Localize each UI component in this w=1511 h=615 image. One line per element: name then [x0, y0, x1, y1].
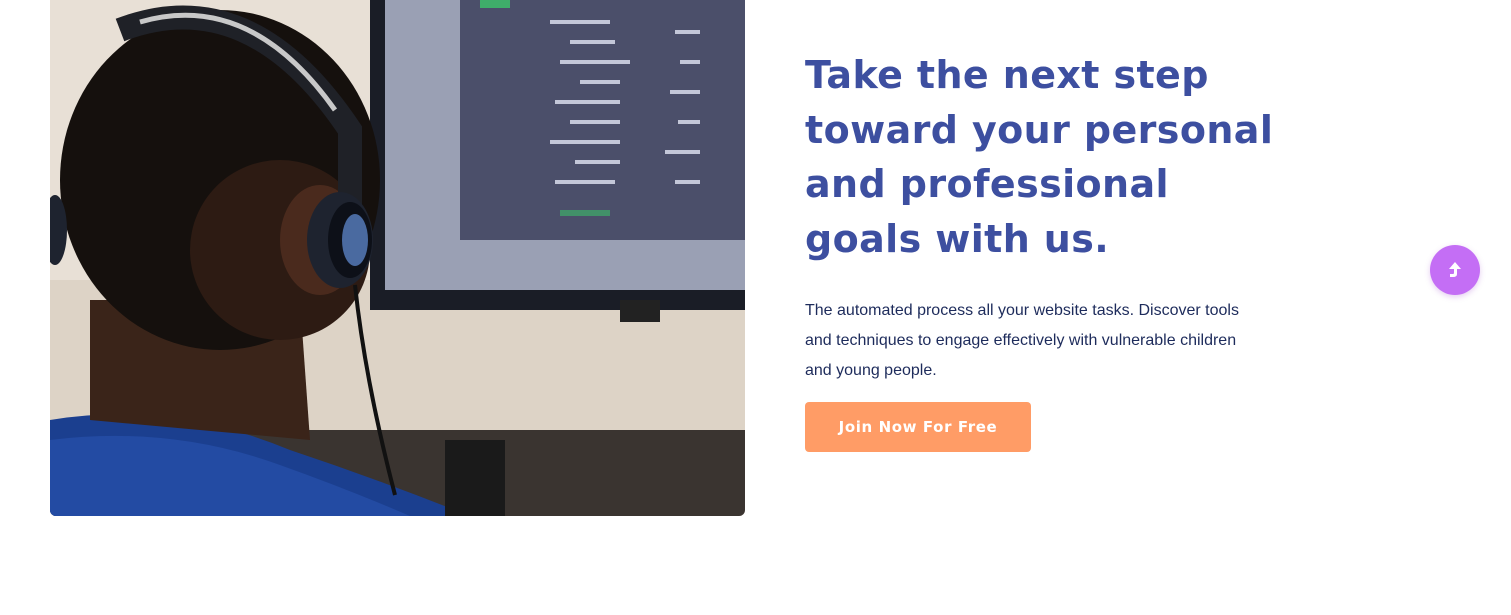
hero-image [50, 0, 745, 516]
arrow-up-icon [1449, 262, 1461, 277]
scroll-to-top-button[interactable] [1430, 245, 1480, 295]
headline: Take the next step toward your personal … [805, 53, 1274, 261]
page: Take the next step toward your personal … [0, 0, 1511, 615]
join-now-button[interactable]: Join Now For Free [805, 402, 1031, 452]
description: The automated process all your website t… [805, 302, 1239, 379]
cta-section: Take the next step toward your personal … [805, 48, 1275, 452]
hero-photo-illustration [50, 0, 745, 516]
